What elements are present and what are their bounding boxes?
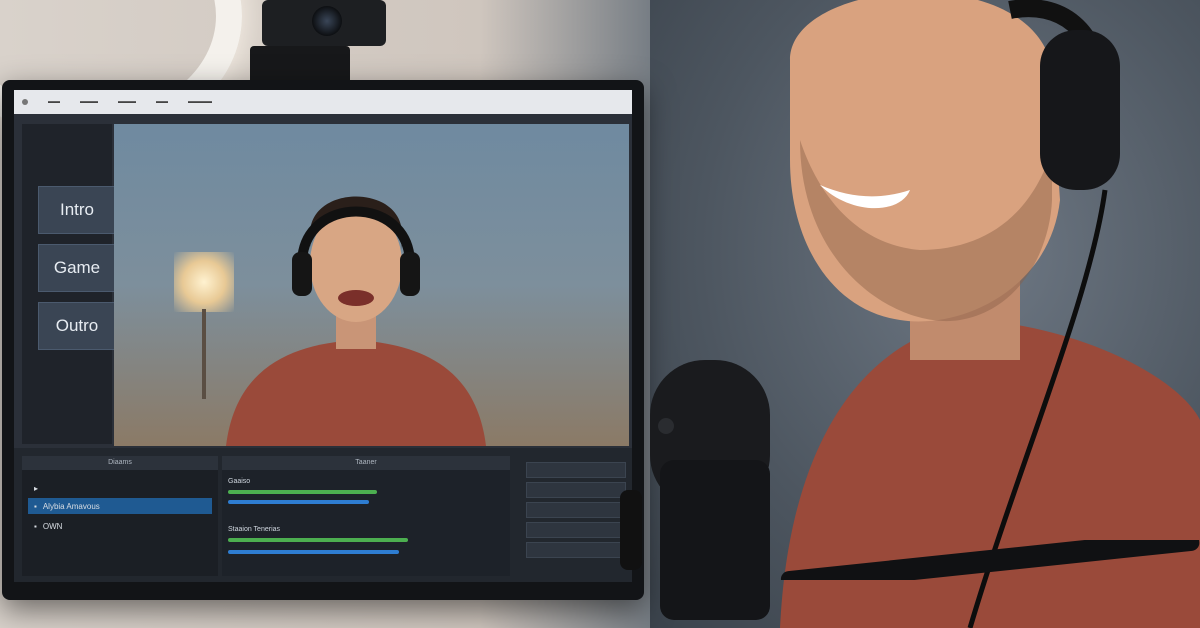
source-row[interactable]: ▸ <box>28 480 212 496</box>
menu-item[interactable]: ▬▬ <box>156 99 168 105</box>
scenes-panel: Intro Game Outro <box>22 124 116 444</box>
menu-item[interactable]: ▬▬▬▬ <box>188 99 212 105</box>
microphone-boom-arm <box>780 540 1200 580</box>
app-icon <box>22 99 28 105</box>
source-label: OWN <box>42 521 63 531</box>
sources-title: Diaams <box>22 456 218 470</box>
stream-preview <box>114 124 629 446</box>
mixer-track-label: Staaion Tenerias <box>228 526 281 533</box>
control-button[interactable] <box>526 502 626 518</box>
source-icon: ▪ <box>34 521 37 531</box>
audio-mixer-panel: Taaner Gaaiso Staaion Tenerias <box>222 456 510 576</box>
streaming-room-photo: ▬▬ ▬▬▬ ▬▬▬ ▬▬ ▬▬▬▬ Intro Game Outro Diaa… <box>0 0 1200 628</box>
source-row[interactable]: ▪ OWN <box>28 518 212 534</box>
menu-item[interactable]: ▬▬ <box>48 99 60 105</box>
source-label: Alybia Amavous <box>42 501 100 511</box>
audio-level-meter <box>228 490 377 494</box>
mixer-track-label: Gaaiso <box>228 478 251 485</box>
controls-panel <box>526 456 626 576</box>
volume-slider[interactable] <box>228 500 369 504</box>
webcam <box>262 0 386 46</box>
source-icon: ▪ <box>34 501 37 511</box>
audio-level-meter <box>228 538 408 542</box>
mixer-title: Taaner <box>222 456 510 470</box>
computer-monitor: ▬▬ ▬▬▬ ▬▬▬ ▬▬ ▬▬▬▬ Intro Game Outro Diaa… <box>2 80 644 600</box>
scene-game-button[interactable]: Game <box>38 244 116 292</box>
preview-person <box>226 196 486 446</box>
webcam-lens <box>312 6 342 36</box>
volume-slider[interactable] <box>228 550 399 554</box>
streaming-software-screen: ▬▬ ▬▬▬ ▬▬▬ ▬▬ ▬▬▬▬ Intro Game Outro Diaa… <box>14 90 632 582</box>
menu-bar: ▬▬ ▬▬▬ ▬▬▬ ▬▬ ▬▬▬▬ <box>14 90 632 114</box>
control-button[interactable] <box>526 522 626 538</box>
microphone <box>620 360 770 620</box>
bottom-controls-panel: Diaams ▸ ▪ Alybia Amavous ▪ OWN Taaner G… <box>14 448 632 582</box>
sources-panel: Diaams ▸ ▪ Alybia Amavous ▪ OWN <box>22 456 218 576</box>
expand-icon[interactable]: ▸ <box>34 484 38 493</box>
menu-item[interactable]: ▬▬▬ <box>80 99 98 105</box>
control-button[interactable] <box>526 542 626 558</box>
scene-intro-button[interactable]: Intro <box>38 186 116 234</box>
scene-outro-button[interactable]: Outro <box>38 302 116 350</box>
streamer-person <box>780 0 1200 628</box>
menu-item[interactable]: ▬▬▬ <box>118 99 136 105</box>
control-button[interactable] <box>526 462 626 478</box>
source-row[interactable]: ▪ Alybia Amavous <box>28 498 212 514</box>
control-button[interactable] <box>526 482 626 498</box>
